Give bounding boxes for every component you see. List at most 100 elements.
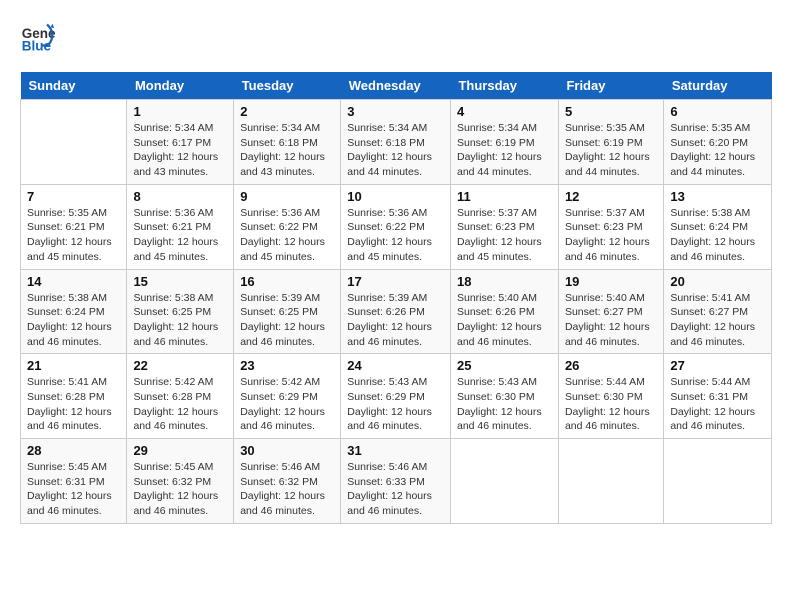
calendar-cell: 25 Sunrise: 5:43 AM Sunset: 6:30 PM Dayli…	[450, 354, 558, 439]
day-info: Sunrise: 5:44 AM Sunset: 6:31 PM Dayligh…	[670, 375, 765, 434]
day-info: Sunrise: 5:35 AM Sunset: 6:20 PM Dayligh…	[670, 121, 765, 180]
calendar-cell: 23Sunrise: 5:42 AM Sunset: 6:29 PM Dayli…	[234, 354, 341, 439]
weekday-header-cell: Wednesday	[341, 72, 451, 100]
day-info: Sunrise: 5:46 AM Sunset: 6:32 PM Dayligh…	[240, 460, 334, 519]
day-info: Sunrise: 5:34 AM Sunset: 6:18 PM Dayligh…	[240, 121, 334, 180]
day-info: Sunrise: 5:43 AM Sunset: 6:30 PM Dayligh…	[457, 375, 552, 434]
day-number: 19	[565, 274, 657, 289]
day-number: 4	[457, 104, 552, 119]
calendar-week-row: 28Sunrise: 5:45 AM Sunset: 6:31 PM Dayli…	[21, 439, 772, 524]
day-info: Sunrise: 5:36 AM Sunset: 6:22 PM Dayligh…	[347, 206, 444, 265]
day-number: 17	[347, 274, 444, 289]
calendar-cell: 17 Sunrise: 5:39 AM Sunset: 6:26 PM Dayli…	[341, 269, 451, 354]
calendar-cell: 31 Sunrise: 5:46 AM Sunset: 6:33 PM Dayli…	[341, 439, 451, 524]
calendar-cell: 8 Sunrise: 5:36 AM Sunset: 6:21 PM Daylig…	[127, 184, 234, 269]
calendar-cell: 24 Sunrise: 5:43 AM Sunset: 6:29 PM Dayli…	[341, 354, 451, 439]
day-info: Sunrise: 5:37 AM Sunset: 6:23 PM Dayligh…	[565, 206, 657, 265]
day-number: 15	[133, 274, 227, 289]
weekday-header-cell: Thursday	[450, 72, 558, 100]
calendar-cell: 2 Sunrise: 5:34 AM Sunset: 6:18 PM Daylig…	[234, 100, 341, 185]
day-info: Sunrise: 5:41 AM Sunset: 6:28 PM Dayligh…	[27, 375, 120, 434]
calendar-cell: 22Sunrise: 5:42 AM Sunset: 6:28 PM Dayli…	[127, 354, 234, 439]
day-number: 26	[565, 358, 657, 373]
calendar-cell: 5 Sunrise: 5:35 AM Sunset: 6:19 PM Daylig…	[558, 100, 663, 185]
day-info: Sunrise: 5:40 AM Sunset: 6:26 PM Dayligh…	[457, 291, 552, 350]
calendar-cell: 1 Sunrise: 5:34 AM Sunset: 6:17 PM Daylig…	[127, 100, 234, 185]
day-info: Sunrise: 5:35 AM Sunset: 6:19 PM Dayligh…	[565, 121, 657, 180]
calendar-cell: 20 Sunrise: 5:41 AM Sunset: 6:27 PM Dayli…	[664, 269, 772, 354]
day-number: 16	[240, 274, 334, 289]
day-number: 1	[133, 104, 227, 119]
day-info: Sunrise: 5:44 AM Sunset: 6:30 PM Dayligh…	[565, 375, 657, 434]
day-number: 13	[670, 189, 765, 204]
calendar-cell: 19 Sunrise: 5:40 AM Sunset: 6:27 PM Dayli…	[558, 269, 663, 354]
day-number: 7	[27, 189, 120, 204]
calendar-cell	[21, 100, 127, 185]
day-number: 25	[457, 358, 552, 373]
day-number: 20	[670, 274, 765, 289]
calendar-cell: 10 Sunrise: 5:36 AM Sunset: 6:22 PM Dayli…	[341, 184, 451, 269]
calendar-cell: 4 Sunrise: 5:34 AM Sunset: 6:19 PM Daylig…	[450, 100, 558, 185]
day-info: Sunrise: 5:39 AM Sunset: 6:25 PM Dayligh…	[240, 291, 334, 350]
day-info: Sunrise: 5:34 AM Sunset: 6:19 PM Dayligh…	[457, 121, 552, 180]
calendar-cell: 6 Sunrise: 5:35 AM Sunset: 6:20 PM Daylig…	[664, 100, 772, 185]
day-number: 24	[347, 358, 444, 373]
day-number: 10	[347, 189, 444, 204]
calendar-table: SundayMondayTuesdayWednesdayThursdayFrid…	[20, 72, 772, 524]
day-number: 29	[133, 443, 227, 458]
day-number: 3	[347, 104, 444, 119]
weekday-header-cell: Tuesday	[234, 72, 341, 100]
calendar-cell: 26 Sunrise: 5:44 AM Sunset: 6:30 PM Dayli…	[558, 354, 663, 439]
logo-icon: General Blue	[20, 20, 56, 56]
calendar-cell: 16 Sunrise: 5:39 AM Sunset: 6:25 PM Dayli…	[234, 269, 341, 354]
calendar-cell: 14 Sunrise: 5:38 AM Sunset: 6:24 PM Dayli…	[21, 269, 127, 354]
calendar-cell: 28Sunrise: 5:45 AM Sunset: 6:31 PM Dayli…	[21, 439, 127, 524]
calendar-cell	[664, 439, 772, 524]
calendar-cell	[558, 439, 663, 524]
logo: General Blue	[20, 20, 56, 56]
day-number: 18	[457, 274, 552, 289]
day-number: 5	[565, 104, 657, 119]
day-number: 23	[240, 358, 334, 373]
calendar-cell: 15 Sunrise: 5:38 AM Sunset: 6:25 PM Dayli…	[127, 269, 234, 354]
day-info: Sunrise: 5:43 AM Sunset: 6:29 PM Dayligh…	[347, 375, 444, 434]
calendar-cell: 29Sunrise: 5:45 AM Sunset: 6:32 PM Dayli…	[127, 439, 234, 524]
calendar-week-row: 1 Sunrise: 5:34 AM Sunset: 6:17 PM Daylig…	[21, 100, 772, 185]
day-info: Sunrise: 5:36 AM Sunset: 6:21 PM Dayligh…	[133, 206, 227, 265]
day-info: Sunrise: 5:34 AM Sunset: 6:17 PM Dayligh…	[133, 121, 227, 180]
calendar-cell: 27 Sunrise: 5:44 AM Sunset: 6:31 PM Dayli…	[664, 354, 772, 439]
day-info: Sunrise: 5:38 AM Sunset: 6:24 PM Dayligh…	[27, 291, 120, 350]
calendar-cell: 9 Sunrise: 5:36 AM Sunset: 6:22 PM Daylig…	[234, 184, 341, 269]
day-info: Sunrise: 5:35 AM Sunset: 6:21 PM Dayligh…	[27, 206, 120, 265]
day-info: Sunrise: 5:37 AM Sunset: 6:23 PM Dayligh…	[457, 206, 552, 265]
calendar-week-row: 7 Sunrise: 5:35 AM Sunset: 6:21 PM Daylig…	[21, 184, 772, 269]
weekday-header-cell: Monday	[127, 72, 234, 100]
day-number: 21	[27, 358, 120, 373]
day-info: Sunrise: 5:45 AM Sunset: 6:31 PM Dayligh…	[27, 460, 120, 519]
day-number: 2	[240, 104, 334, 119]
calendar-cell: 21 Sunrise: 5:41 AM Sunset: 6:28 PM Dayli…	[21, 354, 127, 439]
day-info: Sunrise: 5:40 AM Sunset: 6:27 PM Dayligh…	[565, 291, 657, 350]
calendar-week-row: 14 Sunrise: 5:38 AM Sunset: 6:24 PM Dayli…	[21, 269, 772, 354]
calendar-body: 1 Sunrise: 5:34 AM Sunset: 6:17 PM Daylig…	[21, 100, 772, 524]
day-number: 9	[240, 189, 334, 204]
day-info: Sunrise: 5:38 AM Sunset: 6:25 PM Dayligh…	[133, 291, 227, 350]
calendar-cell: 13 Sunrise: 5:38 AM Sunset: 6:24 PM Dayli…	[664, 184, 772, 269]
calendar-cell	[450, 439, 558, 524]
day-number: 31	[347, 443, 444, 458]
day-number: 27	[670, 358, 765, 373]
day-info: Sunrise: 5:34 AM Sunset: 6:18 PM Dayligh…	[347, 121, 444, 180]
day-info: Sunrise: 5:36 AM Sunset: 6:22 PM Dayligh…	[240, 206, 334, 265]
day-number: 22	[133, 358, 227, 373]
day-number: 6	[670, 104, 765, 119]
day-info: Sunrise: 5:41 AM Sunset: 6:27 PM Dayligh…	[670, 291, 765, 350]
calendar-cell: 12Sunrise: 5:37 AM Sunset: 6:23 PM Dayli…	[558, 184, 663, 269]
day-info: Sunrise: 5:38 AM Sunset: 6:24 PM Dayligh…	[670, 206, 765, 265]
day-info: Sunrise: 5:46 AM Sunset: 6:33 PM Dayligh…	[347, 460, 444, 519]
day-number: 14	[27, 274, 120, 289]
day-number: 8	[133, 189, 227, 204]
calendar-cell: 11Sunrise: 5:37 AM Sunset: 6:23 PM Dayli…	[450, 184, 558, 269]
weekday-header-cell: Friday	[558, 72, 663, 100]
day-number: 30	[240, 443, 334, 458]
day-info: Sunrise: 5:39 AM Sunset: 6:26 PM Dayligh…	[347, 291, 444, 350]
